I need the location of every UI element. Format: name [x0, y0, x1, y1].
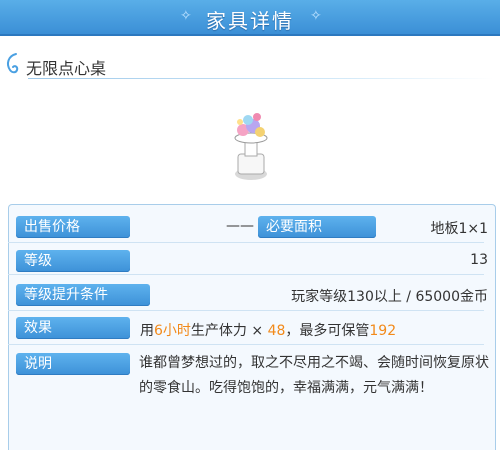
sell-price-label: 出售价格	[16, 216, 130, 238]
title-bar: ✧ 家具详情 ✧	[0, 0, 500, 36]
desc-label: 说明	[16, 353, 130, 375]
effect-label: 效果	[16, 317, 130, 339]
page-title: 家具详情	[206, 9, 294, 33]
area-value: 地板1×1	[430, 221, 488, 237]
item-name: 无限点心桌	[26, 59, 107, 78]
effect-hours: 6小时	[154, 323, 191, 339]
level-label: 等级	[16, 250, 130, 272]
sell-price-value: ——	[226, 218, 254, 234]
description-text: 谁都曾梦想过的，取之不尽用之不竭、会随时间恢复原状的零食山。吃得饱饱的，幸福满满…	[139, 355, 489, 396]
level-value: 13	[470, 252, 488, 268]
divider	[28, 78, 494, 79]
effect-value: 用6小时生产体力 × 48，最多可保管192	[140, 320, 396, 340]
upgrade-label: 等级提升条件	[16, 284, 150, 306]
effect-mid: 生产体力 ×	[190, 323, 268, 339]
area-label: 必要面积	[258, 216, 376, 238]
effect-max: 192	[369, 323, 397, 339]
upgrade-value: 玩家等级130以上 / 65000金币	[291, 289, 488, 305]
effect-mid2: ，最多可保管	[285, 323, 370, 339]
swirl-icon	[7, 53, 19, 74]
snack-table-image	[234, 113, 268, 180]
sparkle-icon: ✧	[310, 8, 322, 24]
effect-prefix: 用	[140, 323, 154, 339]
item-name-bar: 无限点心桌	[0, 48, 500, 80]
effect-amount: 48	[267, 323, 286, 339]
